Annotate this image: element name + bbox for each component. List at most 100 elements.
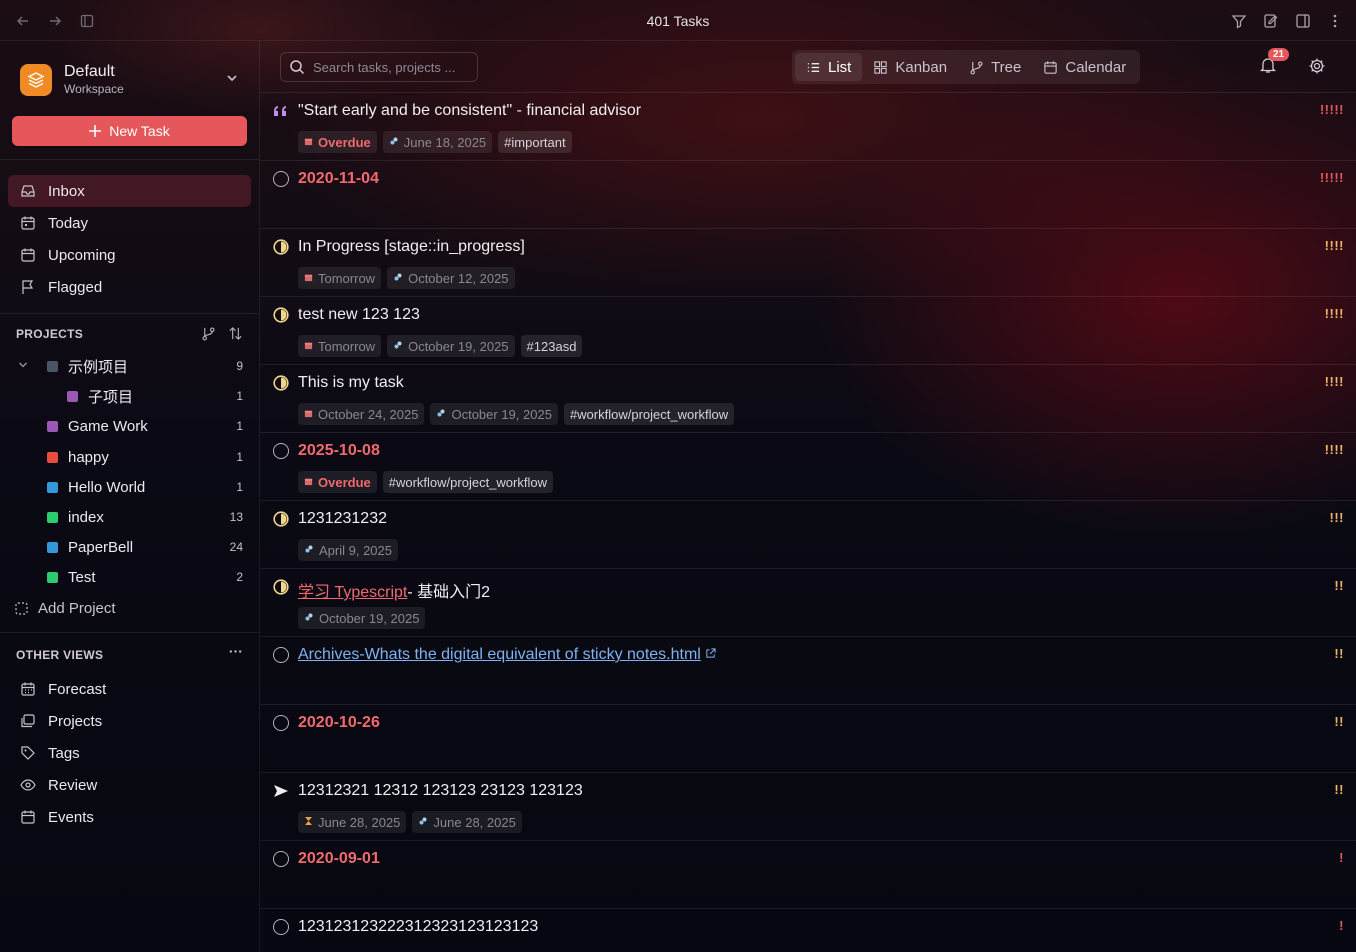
sidebar-divider [0,159,259,160]
more-horizontal-icon[interactable] [228,644,243,664]
tag-chip[interactable]: #workflow/project_workflow [563,403,735,425]
date-chip[interactable]: Tomorrow [298,335,382,357]
task-row[interactable]: 1231231232!!! April 9, 2025 [260,501,1356,569]
tag-text: June 28, 2025 [318,814,401,830]
task-row[interactable]: test new 123 123!!!! Tomorrow October 19, … [260,297,1356,365]
task-row[interactable]: 123123123222312323123123123! [260,909,1356,952]
sidebar-item-review[interactable]: Review [8,769,251,801]
search-input[interactable] [313,59,473,75]
project-item[interactable]: happy 1 [0,443,259,471]
project-color-dot [47,420,58,432]
project-item[interactable]: index 13 [0,503,259,531]
priority-indicator: !!! [1329,510,1344,525]
sidebar-item-upcoming[interactable]: Upcoming [8,239,251,271]
project-item[interactable]: Test 2 [0,563,259,591]
search-box[interactable] [280,52,478,82]
checkbox-icon[interactable] [273,443,289,459]
tag-text: June 18, 2025 [403,134,487,150]
edit-note-icon[interactable] [1260,10,1282,32]
in-progress-icon[interactable] [273,239,289,255]
sidebar-item-inbox[interactable]: Inbox [8,175,251,207]
workspace-switcher[interactable]: Default Workspace [20,63,242,96]
tab-list[interactable]: List [795,53,863,81]
task-row[interactable]: This is my task!!!! October 24, 2025 Octob… [260,365,1356,433]
events-icon [18,807,38,827]
date-chip[interactable]: October 24, 2025 [298,403,425,425]
task-row[interactable]: 2020-11-04!!!!! [260,161,1356,229]
add-project-label: Add Project [38,599,116,617]
sidebar-item-forecast[interactable]: Forecast [8,673,251,705]
project-item[interactable]: 子项目 1 [0,382,259,410]
quote-icon[interactable] [273,103,289,119]
add-project-button[interactable]: Add Project [0,594,259,622]
task-row[interactable]: 2025-10-08!!!! Overdue #workflow/project_w… [260,433,1356,501]
chevron-down-icon[interactable] [226,71,238,89]
task-row[interactable]: 2020-10-26!! [260,705,1356,773]
project-item[interactable]: PaperBell 24 [0,533,259,561]
in-progress-icon[interactable] [273,579,289,595]
gear-icon[interactable] [1308,57,1326,80]
sidebar-item-label: Upcoming [48,246,116,264]
task-row[interactable]: 2020-09-01! [260,841,1356,909]
project-item[interactable]: Hello World 1 [0,473,259,501]
sidebar-item-projects[interactable]: Projects [8,705,251,737]
project-color-dot [47,541,58,553]
date-chip[interactable]: Tomorrow [298,267,382,289]
tag-chip[interactable]: #workflow/project_workflow [382,471,553,493]
checkbox-icon[interactable] [273,851,289,867]
in-progress-icon[interactable] [273,511,289,527]
forwarded-icon[interactable] [273,783,289,799]
date-chip[interactable]: October 12, 2025 [387,267,515,289]
date-chip[interactable]: June 18, 2025 [382,131,493,153]
date-chip[interactable]: October 19, 2025 [387,335,515,357]
more-options-icon[interactable] [1324,10,1346,32]
filter-icon[interactable] [1228,10,1250,32]
sidebar-item-label: Tags [48,744,80,762]
project-name: index [68,508,104,526]
toggle-details-panel-icon[interactable] [1292,10,1314,32]
project-name: 示例项目 [68,358,129,376]
task-title-link[interactable]: Archives-Whats the digital equivalent of… [298,646,701,663]
tag-chip[interactable]: #important [498,131,572,153]
task-row[interactable]: 学习 Typescript- 基础入门2!! October 19, 2025 [260,569,1356,637]
task-row[interactable]: 12312321 12312 123123 23123 123123!! June… [260,773,1356,841]
date-chip[interactable]: June 28, 2025 [298,811,407,833]
priority-indicator: !!!! [1324,238,1344,253]
date-chip[interactable]: October 19, 2025 [298,607,426,629]
tag-text: October 19, 2025 [319,610,420,626]
tab-kanban[interactable]: Kanban [862,53,958,81]
main-panel: List Kanban Tree Calendar 21 "Start earl… [260,41,1356,952]
date-chip[interactable]: June 28, 2025 [412,811,522,833]
sort-icon[interactable] [228,326,243,346]
list-icon [806,60,821,75]
in-progress-icon[interactable] [273,375,289,391]
tag-chip[interactable]: #123asd [520,335,583,357]
checkbox-icon[interactable] [273,647,289,663]
checkbox-icon[interactable] [273,715,289,731]
task-title-link[interactable]: 学习 Typescript [298,584,407,601]
sidebar-item-events[interactable]: Events [8,801,251,833]
new-task-button[interactable]: New Task [12,116,247,146]
tab-label: Kanban [895,58,948,76]
task-title: 2020-10-26 [298,714,380,731]
project-item[interactable]: Game Work 1 [0,412,259,440]
overdue-badge[interactable]: Overdue [298,131,377,153]
main-toolbar: List Kanban Tree Calendar 21 [260,41,1356,93]
in-progress-icon[interactable] [273,307,289,323]
task-row[interactable]: In Progress [stage::in_progress]!!!! Tomo… [260,229,1356,297]
task-row[interactable]: Archives-Whats the digital equivalent of… [260,637,1356,705]
checkbox-icon[interactable] [273,171,289,187]
date-chip[interactable]: October 19, 2025 [430,403,558,425]
branch-icon[interactable] [201,326,216,346]
checkbox-icon[interactable] [273,919,289,935]
sidebar-item-flagged[interactable]: Flagged [8,271,251,303]
chevron-down-icon[interactable] [18,360,28,373]
project-item[interactable]: 示例项目 9 [0,352,259,380]
tab-calendar[interactable]: Calendar [1032,53,1137,81]
task-row[interactable]: "Start early and be consistent" - financ… [260,93,1356,161]
date-chip[interactable]: April 9, 2025 [298,539,398,561]
sidebar-item-today[interactable]: Today [8,207,251,239]
sidebar-item-tags[interactable]: Tags [8,737,251,769]
tab-tree[interactable]: Tree [958,53,1032,81]
overdue-badge[interactable]: Overdue [298,471,377,493]
